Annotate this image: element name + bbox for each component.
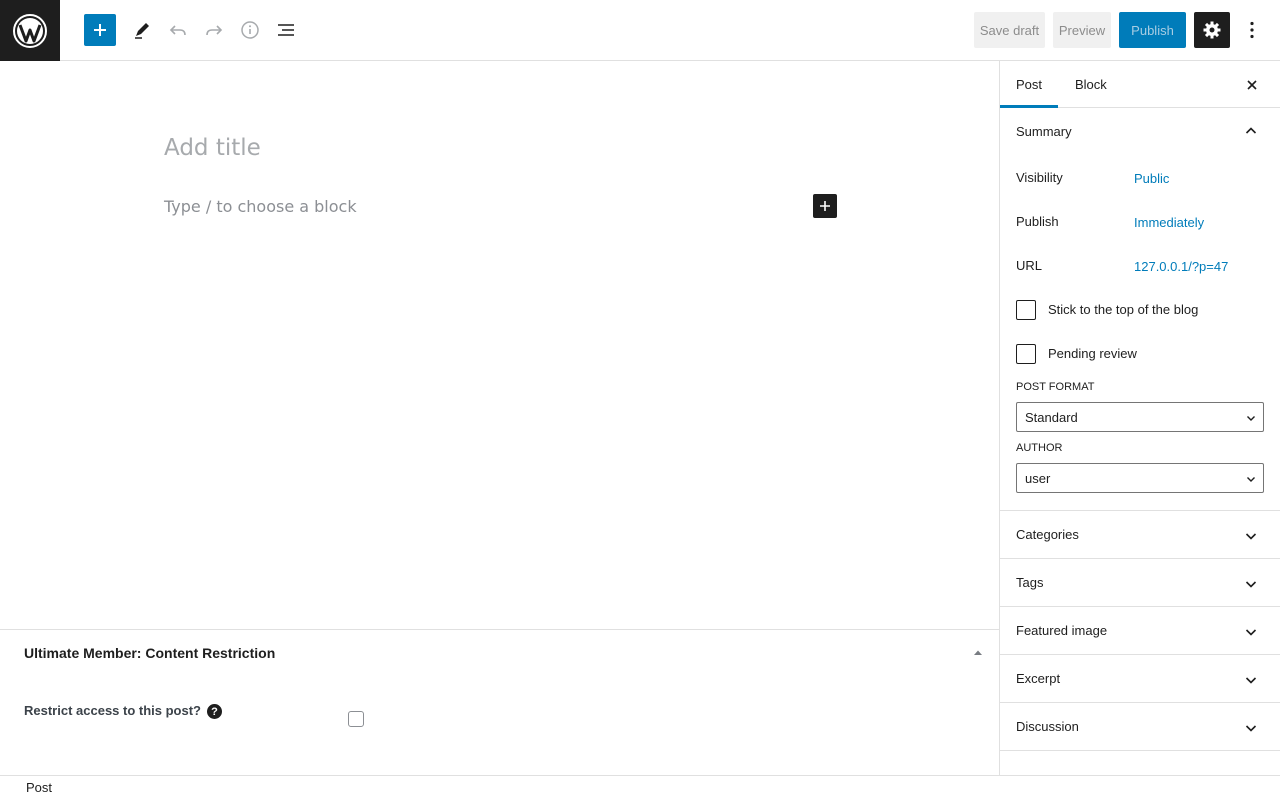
options-button[interactable]: [1238, 14, 1266, 46]
info-icon: [241, 21, 259, 39]
post-format-label: POST FORMAT: [1016, 381, 1095, 393]
visibility-value[interactable]: Public: [1134, 171, 1169, 186]
sidebar-tabs: Post Block: [1000, 61, 1280, 108]
preview-button[interactable]: Preview: [1053, 12, 1111, 48]
sticky-label[interactable]: Stick to the top of the blog: [1048, 302, 1198, 317]
more-vertical-icon: [1250, 21, 1254, 39]
block-placeholder[interactable]: Type / to choose a block: [164, 197, 357, 216]
tab-post[interactable]: Post: [1000, 61, 1058, 108]
tab-block[interactable]: Block: [1075, 61, 1107, 108]
redo-button[interactable]: [198, 14, 230, 46]
pending-review-checkbox[interactable]: [1016, 344, 1036, 364]
list-view-button[interactable]: [270, 14, 302, 46]
redo-icon: [206, 25, 223, 36]
chevron-down-icon: [1245, 677, 1257, 684]
editor-canvas[interactable]: Add title Type / to choose a block: [0, 61, 999, 629]
summary-panel-toggle[interactable]: Summary: [1000, 108, 1280, 156]
triangle-up-icon[interactable]: [972, 648, 984, 658]
list-view-icon: [278, 24, 294, 36]
excerpt-panel-toggle[interactable]: Excerpt: [1000, 655, 1280, 703]
chevron-down-icon: [1245, 533, 1257, 540]
discussion-panel-toggle[interactable]: Discussion: [1000, 703, 1280, 751]
visibility-label: Visibility: [1016, 170, 1063, 185]
undo-button[interactable]: [162, 14, 194, 46]
block-breadcrumb-bar: Post: [0, 775, 1280, 800]
chevron-down-icon: [1247, 477, 1255, 482]
tags-panel-toggle[interactable]: Tags: [1000, 559, 1280, 607]
categories-panel-toggle[interactable]: Categories: [1000, 511, 1280, 559]
undo-icon: [169, 25, 186, 36]
restrict-access-label: Restrict access to this post?: [24, 703, 201, 718]
author-label: AUTHOR: [1016, 442, 1063, 454]
breadcrumb[interactable]: Post: [26, 780, 52, 795]
chevron-down-icon: [1247, 416, 1255, 421]
pencil-icon: [135, 23, 149, 39]
publish-label: Publish: [1016, 214, 1059, 229]
author-select[interactable]: user: [1016, 463, 1264, 493]
chevron-down-icon: [1245, 581, 1257, 588]
tools-button[interactable]: [126, 14, 158, 46]
add-block-button[interactable]: [84, 14, 116, 46]
publish-date-value[interactable]: Immediately: [1134, 215, 1204, 230]
post-format-value: Standard: [1025, 410, 1078, 425]
chevron-up-icon: [1245, 127, 1257, 134]
settings-button[interactable]: [1194, 12, 1230, 48]
url-value[interactable]: 127.0.0.1/?p=47: [1134, 259, 1228, 274]
chevron-down-icon: [1245, 725, 1257, 732]
featured-image-panel-toggle[interactable]: Featured image: [1000, 607, 1280, 655]
plus-icon: [820, 201, 830, 211]
sticky-checkbox[interactable]: [1016, 300, 1036, 320]
close-icon: [1247, 80, 1257, 90]
author-value: user: [1025, 471, 1051, 486]
wordpress-logo-icon[interactable]: [0, 0, 60, 61]
discussion-panel-title: Discussion: [1016, 719, 1079, 734]
restrict-access-checkbox[interactable]: [348, 711, 364, 727]
editor-header: Save draft Preview Publish: [0, 0, 1280, 61]
publish-button[interactable]: Publish: [1119, 12, 1186, 48]
help-icon[interactable]: ?: [207, 704, 222, 719]
url-label: URL: [1016, 258, 1043, 273]
featured-image-panel-title: Featured image: [1016, 623, 1108, 638]
excerpt-panel-title: Excerpt: [1016, 671, 1061, 686]
inline-add-block-button[interactable]: [813, 194, 837, 218]
details-button[interactable]: [234, 14, 266, 46]
post-format-select[interactable]: Standard: [1016, 402, 1264, 432]
categories-panel-title: Categories: [1016, 527, 1079, 542]
gear-icon: [1203, 21, 1221, 39]
tags-panel-title: Tags: [1016, 575, 1044, 590]
close-sidebar-button[interactable]: [1242, 75, 1262, 95]
post-title-input[interactable]: Add title: [164, 135, 261, 161]
plus-icon: [94, 24, 106, 36]
metabox-title: Ultimate Member: Content Restriction: [24, 645, 276, 661]
content-restriction-metabox: Ultimate Member: Content Restriction Res…: [0, 629, 999, 775]
summary-panel-title: Summary: [1016, 124, 1072, 139]
chevron-down-icon: [1245, 629, 1257, 636]
pending-review-label[interactable]: Pending review: [1048, 346, 1137, 361]
settings-sidebar: Post Block Summary Visibility Public Pub…: [999, 61, 1280, 775]
save-draft-button[interactable]: Save draft: [974, 12, 1045, 48]
